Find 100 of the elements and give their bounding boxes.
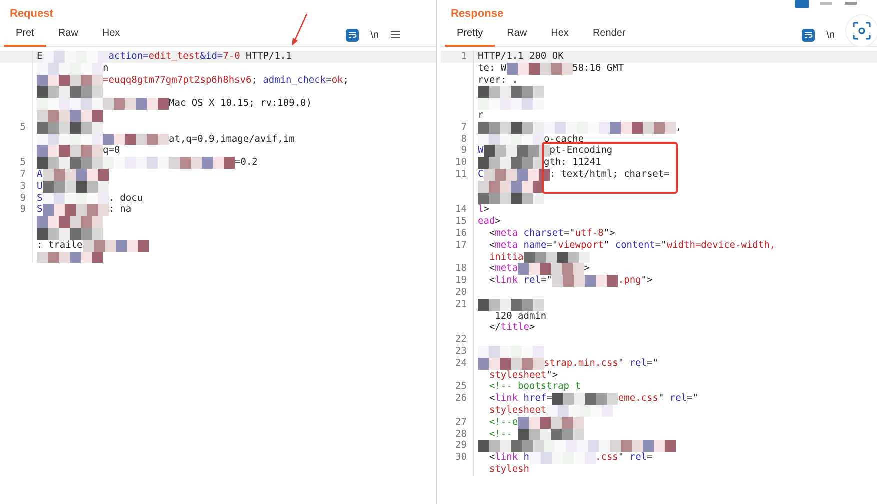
redaction-mosaic (37, 134, 103, 146)
code-text: =" (546, 240, 558, 252)
wrap-lines-icon[interactable] (346, 28, 359, 42)
line-number: 9 (0, 192, 33, 204)
line-number: 20 (441, 286, 474, 299)
arrow-drawing (291, 13, 309, 47)
code-text: "> (641, 275, 653, 287)
line-number: 26 (441, 393, 474, 405)
code-text: > (495, 216, 501, 228)
line-number: 16 (441, 228, 474, 240)
code-text: " (604, 240, 611, 252)
view-tab[interactable]: Render (580, 23, 638, 47)
menu-icon[interactable] (391, 31, 400, 39)
redaction-mosaic (42, 192, 109, 204)
line-number: 21 (441, 298, 474, 311)
code-text: charset (524, 228, 564, 240)
code-text: link (495, 452, 520, 464)
code-text: r (478, 110, 484, 122)
line-number: 30 (441, 452, 474, 464)
code-text: > (484, 204, 490, 216)
redaction-mosaic (552, 275, 618, 287)
view-tab[interactable]: Raw (46, 23, 90, 47)
code-text: =" (646, 358, 658, 370)
code-text: meta (495, 228, 520, 240)
code-text: ; (343, 74, 350, 86)
view-tab[interactable]: Hex (90, 23, 132, 47)
view-tab[interactable]: Raw (495, 23, 540, 47)
code-text: stylesheet (488, 370, 547, 382)
redaction-mosaic (478, 346, 544, 358)
code-text: at (169, 134, 180, 146)
redaction-mosaic (37, 157, 103, 169)
code-text: rver: . (478, 74, 518, 86)
code-text: =0.2 (235, 157, 258, 169)
redaction-mosaic (518, 428, 584, 440)
line-number: 9 (441, 145, 474, 158)
code-text: : na (108, 204, 132, 216)
view-tab[interactable]: Hex (539, 23, 581, 47)
view-tab[interactable]: Pret (4, 23, 46, 47)
code-text: =" (540, 275, 552, 287)
code-text: <!-- (488, 428, 514, 440)
line-number: 15 (441, 216, 474, 228)
redaction-mosaic (169, 157, 235, 169)
line-number: 19 (441, 275, 474, 287)
view-tab[interactable]: Pretty (445, 23, 496, 47)
line-number: 27 (441, 416, 474, 428)
code-text: strap.min.css (544, 358, 618, 370)
code-text: =" (655, 240, 667, 252)
redaction-mosaic (103, 98, 169, 110)
redaction-mosaic (103, 134, 169, 146)
line-number: 28 (441, 428, 474, 440)
code-text: =" (564, 228, 576, 240)
code-text: ead (478, 216, 496, 228)
code-text: n (103, 62, 109, 75)
code-text: W (478, 145, 484, 158)
code-text: " (618, 358, 626, 370)
redaction-mosaic (484, 145, 550, 158)
line-number: 25 (441, 381, 474, 394)
scan-icon[interactable] (845, 14, 877, 48)
code-text: pt-Encoding (550, 145, 613, 158)
redaction-mosaic (544, 440, 610, 452)
redaction-mosaic (610, 440, 676, 452)
code-text: action= (108, 51, 149, 63)
wrap-lines-icon[interactable] (802, 28, 815, 42)
line-number: 5 (0, 122, 33, 134)
redaction-mosaic (484, 168, 550, 181)
code-text: <!--e (488, 416, 518, 428)
code-text: , (676, 122, 682, 134)
redaction-mosaic (37, 252, 103, 264)
line-number: 5 (0, 157, 33, 169)
line-number: 23 (441, 346, 474, 358)
code-text: < (488, 240, 496, 252)
code-text: > (530, 322, 536, 334)
redaction-mosaic (37, 228, 103, 240)
redaction-mosaic (530, 452, 596, 464)
line-number: 9 (0, 204, 33, 216)
code-text: rel (630, 452, 648, 464)
line-number: 14 (441, 204, 474, 216)
redaction-mosaic (478, 440, 544, 452)
line-number: 17 (441, 240, 474, 252)
line-number: 8 (441, 134, 474, 146)
redaction-mosaic (37, 74, 103, 86)
code-text: < (488, 393, 496, 405)
newline-toggle[interactable]: \n (826, 30, 835, 40)
redaction-mosaic (478, 134, 544, 146)
code-text: S (37, 204, 43, 216)
code-text: meta (495, 263, 518, 276)
code-text: HTTP/1.1 200 OK (478, 51, 564, 63)
code-text: stylesheet (488, 404, 547, 417)
code-text: E (37, 51, 43, 63)
newline-toggle[interactable]: \n (370, 30, 379, 40)
line-number: 11 (441, 168, 474, 181)
code-text: = (647, 452, 653, 464)
code-text: link (495, 275, 520, 287)
code-text: width=device-width, (666, 240, 776, 252)
redaction-mosaic (610, 122, 676, 134)
redaction-mosaic (478, 157, 544, 169)
code-text: href (524, 393, 547, 405)
code-text: < (488, 452, 496, 464)
code-text: ,q=0.9,image/avif,im (180, 134, 295, 146)
redaction-mosaic (546, 404, 613, 417)
